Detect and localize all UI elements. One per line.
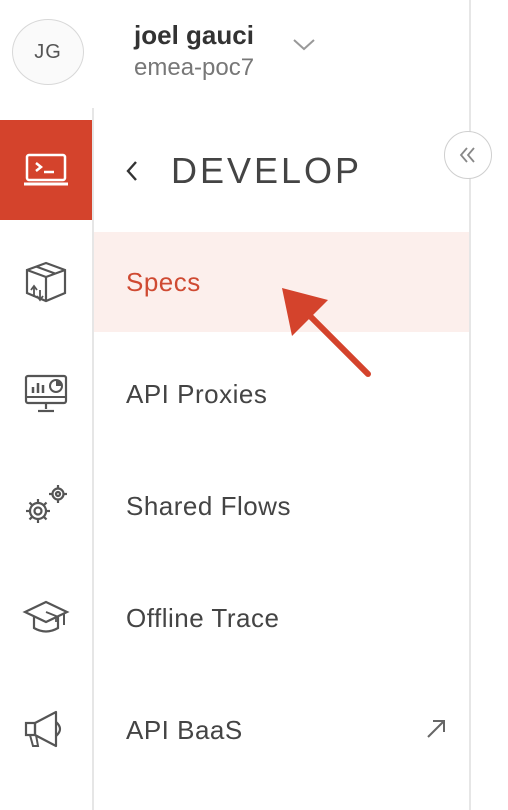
rail-item-develop[interactable] xyxy=(0,120,92,220)
menu-item-label: Shared Flows xyxy=(126,490,291,521)
chevron-down-icon[interactable] xyxy=(292,38,316,52)
menu-item-label: API Proxies xyxy=(126,378,268,409)
rail-item-announce[interactable] xyxy=(0,680,92,780)
menu-item-shared-flows[interactable]: Shared Flows xyxy=(94,456,469,556)
menu-item-label: Specs xyxy=(126,266,201,297)
section-title: DEVELOP xyxy=(171,150,363,191)
menu-item-api-baas[interactable]: API BaaS xyxy=(94,680,469,780)
external-link-icon xyxy=(427,720,445,738)
double-chevron-left-icon xyxy=(459,147,475,163)
megaphone-icon xyxy=(24,710,62,748)
rail-item-publish[interactable] xyxy=(0,232,92,332)
icon-rail xyxy=(0,120,92,810)
panel-border xyxy=(469,0,471,810)
rail-item-learn[interactable] xyxy=(0,568,92,668)
gears-icon xyxy=(26,485,67,523)
annotation-arrow-icon xyxy=(282,288,371,377)
collapse-sidebar-button[interactable] xyxy=(444,131,492,179)
user-org[interactable]: emea-poc7 xyxy=(134,54,254,82)
menu-item-label: Offline Trace xyxy=(126,602,280,633)
back-chevron-icon[interactable] xyxy=(122,158,140,184)
graduation-cap-icon xyxy=(22,600,70,633)
user-name[interactable]: joel gauci xyxy=(134,20,254,51)
menu-item-offline-trace[interactable]: Offline Trace xyxy=(94,568,469,668)
avatar[interactable]: JG xyxy=(12,19,84,85)
menu-item-label: API BaaS xyxy=(126,714,243,745)
terminal-icon xyxy=(24,153,68,186)
rail-item-analyze[interactable] xyxy=(0,344,92,444)
analytics-monitor-icon xyxy=(24,374,68,413)
rail-item-admin[interactable] xyxy=(0,456,92,556)
package-icon xyxy=(25,261,67,303)
